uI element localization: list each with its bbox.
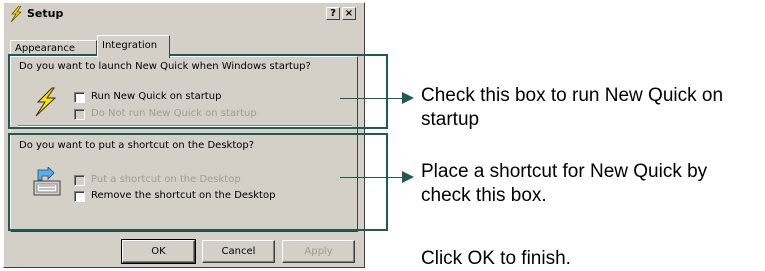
shortcut-arrowhead (402, 171, 414, 183)
shortcut-callout-line (340, 177, 402, 178)
tab-integration[interactable]: Integration (97, 35, 170, 58)
startup-note: Check this box to run New Quick on start… (421, 85, 724, 130)
startup-highlight-box (8, 54, 388, 129)
ok-button[interactable]: OK (121, 239, 196, 264)
lightning-bolt-icon (10, 6, 22, 22)
startup-arrowhead (402, 92, 414, 104)
window-title: Setup (27, 7, 64, 20)
startup-callout-line (340, 98, 402, 99)
cancel-button[interactable]: Cancel (202, 240, 275, 263)
apply-button: Apply (282, 240, 355, 263)
help-button[interactable]: ? (326, 7, 340, 20)
close-button[interactable]: × (342, 7, 356, 20)
title-bar[interactable]: Setup ? × (6, 5, 362, 23)
finish-note: Click OK to finish. (421, 248, 571, 269)
desktop-highlight-box (8, 133, 388, 231)
shortcut-note: Place a shortcut for New Quick by check … (421, 161, 708, 206)
